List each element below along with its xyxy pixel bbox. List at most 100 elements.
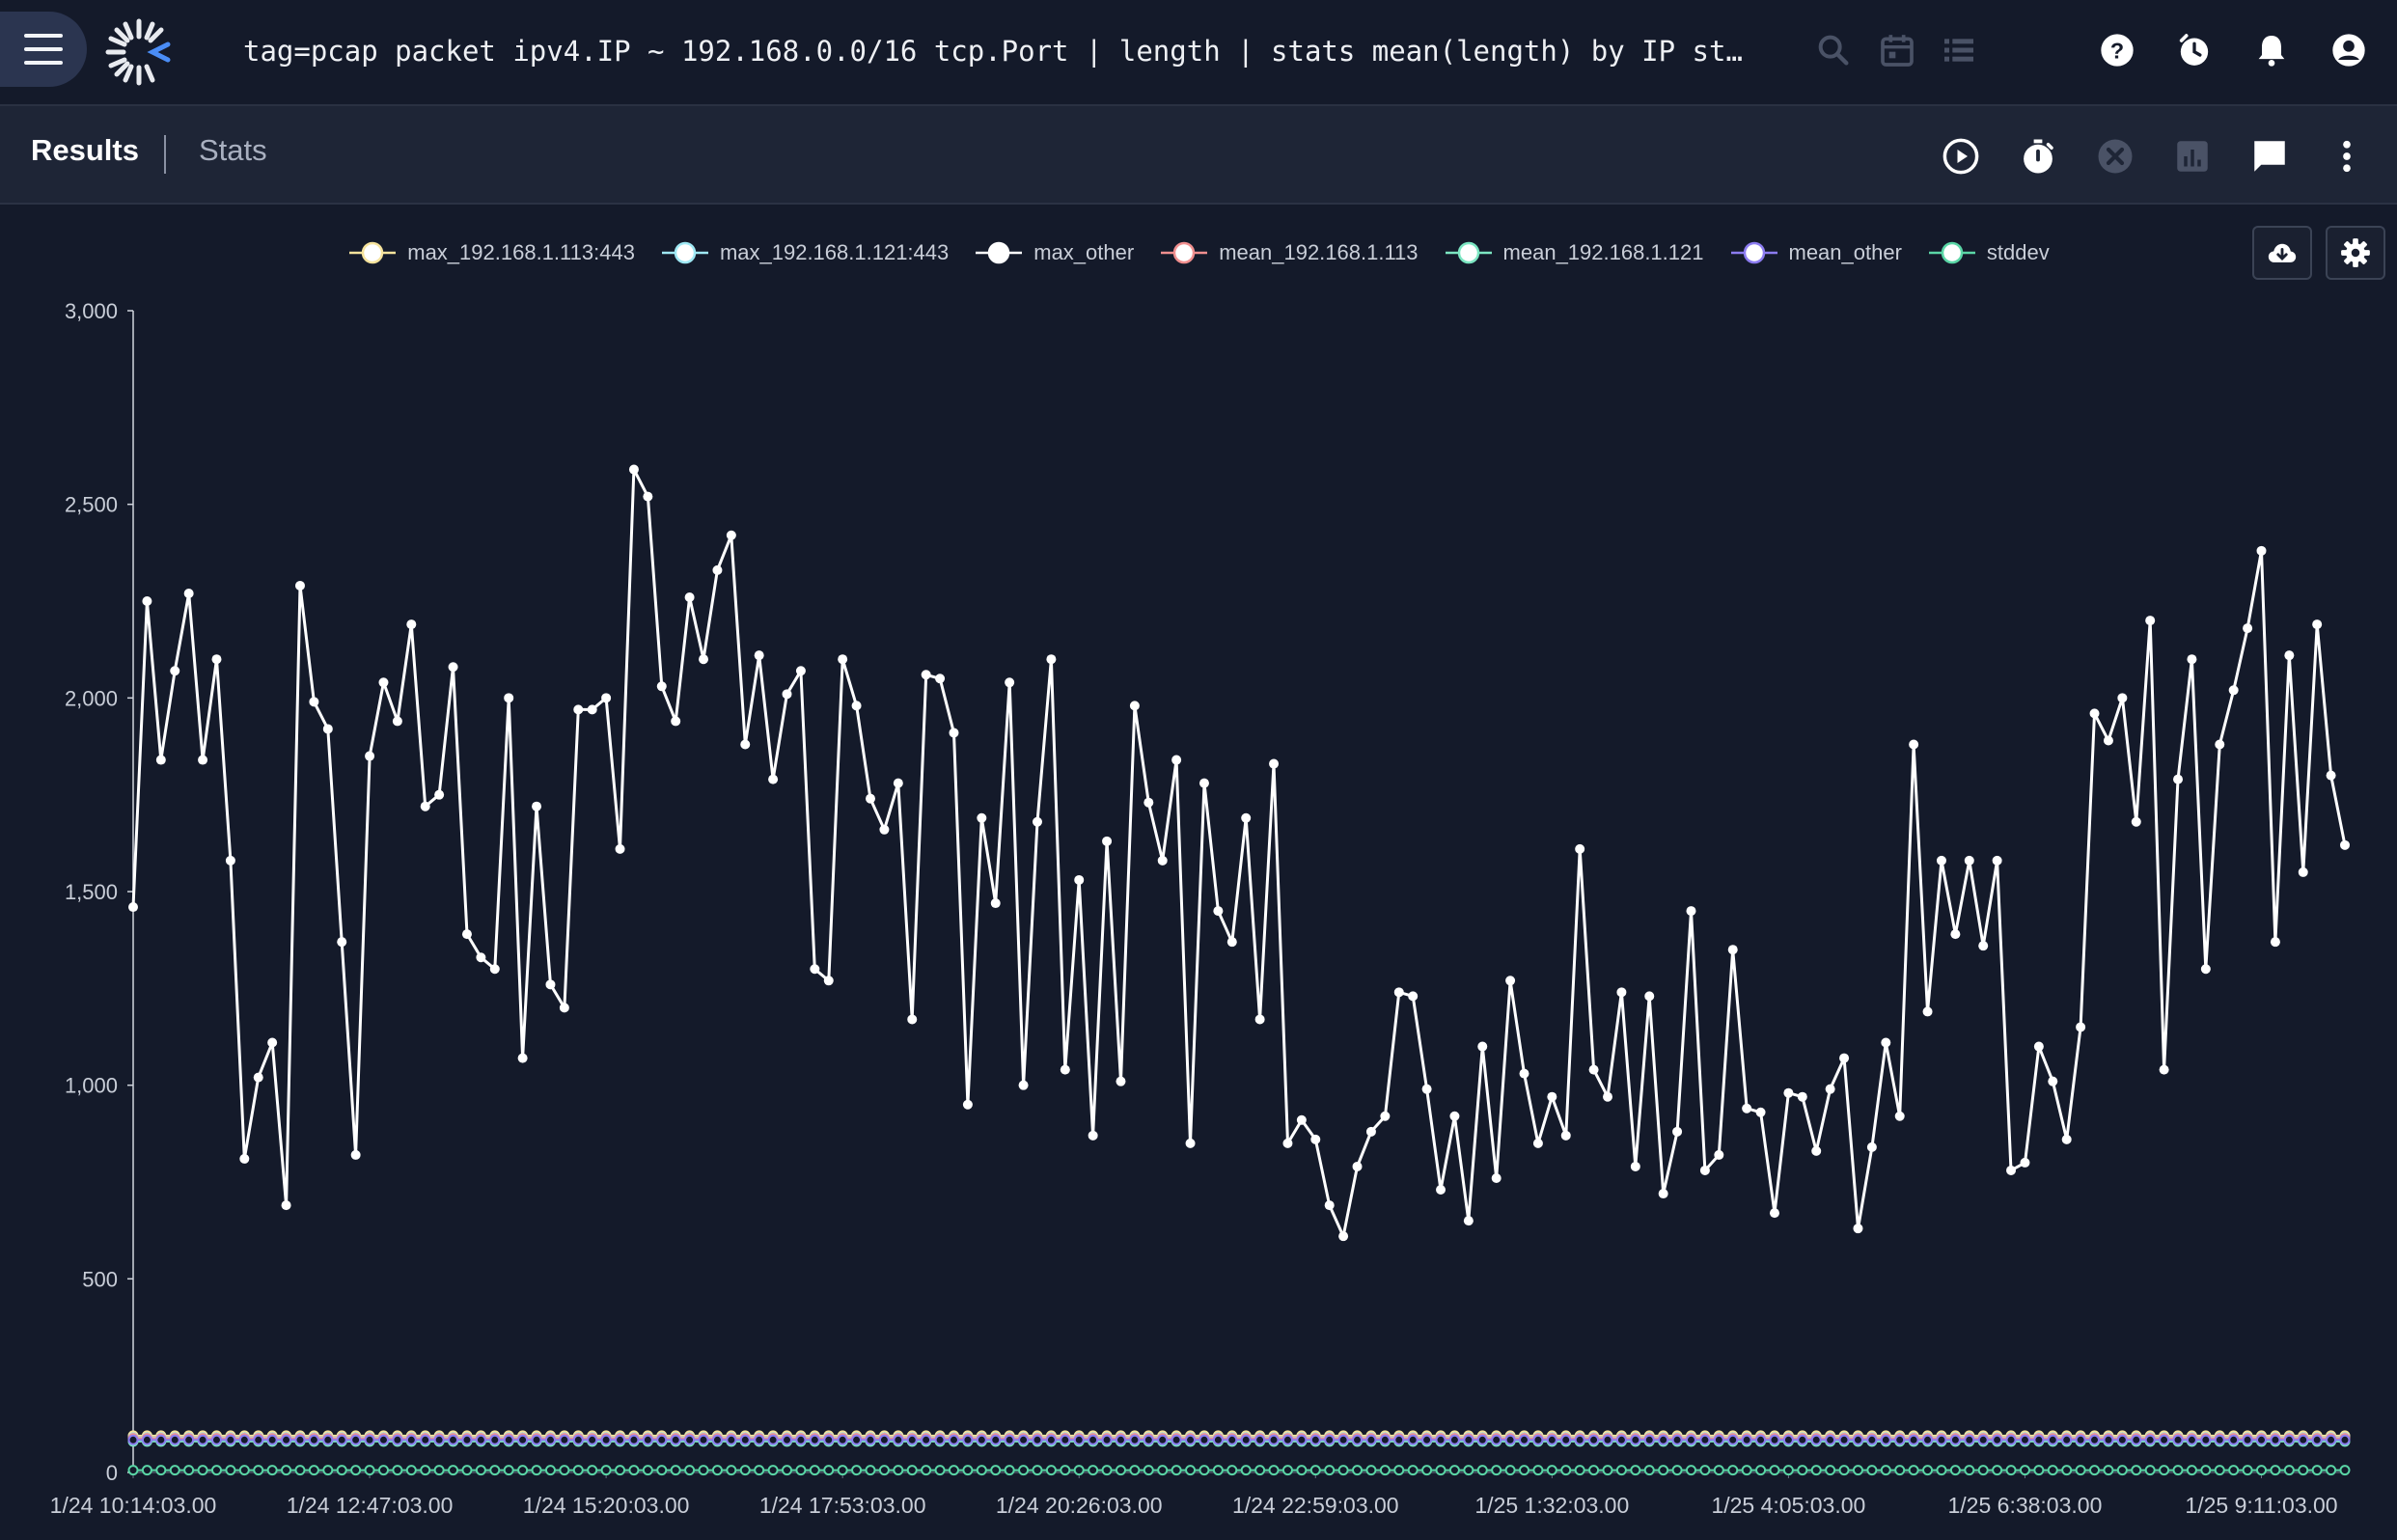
data-point <box>405 1465 417 1476</box>
search-icon[interactable] <box>1808 25 1859 75</box>
more-vert-icon[interactable] <box>2322 131 2372 181</box>
download-chart-button[interactable] <box>2252 226 2312 280</box>
legend-item[interactable]: mean_other <box>1729 234 1902 272</box>
data-point <box>1157 1434 1169 1445</box>
data-point <box>1281 1465 1293 1476</box>
data-point <box>1574 1434 1585 1445</box>
data-point <box>1337 1434 1349 1445</box>
data-point <box>1616 987 1627 998</box>
data-point <box>642 1434 653 1445</box>
legend-item[interactable]: max_192.168.1.113:443 <box>347 234 635 272</box>
data-point <box>294 1465 306 1476</box>
y-tick-label: 500 <box>82 1267 118 1291</box>
legend-item[interactable]: max_other <box>974 234 1134 272</box>
data-point <box>517 1434 529 1445</box>
data-point <box>656 1434 668 1445</box>
data-point <box>906 1434 918 1445</box>
data-point <box>1602 1465 1613 1476</box>
data-point <box>1977 1465 1989 1476</box>
legend-item[interactable]: stddev <box>1927 234 2050 272</box>
data-point <box>1018 1434 1030 1445</box>
data-point <box>1782 1465 1794 1476</box>
query-text[interactable]: tag=pcap packet ipv4.IP ~ 192.168.0.0/16… <box>243 29 1749 73</box>
account-icon[interactable] <box>2324 25 2374 75</box>
tab-results[interactable]: Results <box>31 133 139 168</box>
data-point <box>2103 1465 2114 1476</box>
data-point <box>294 1434 306 1445</box>
cancel-icon[interactable] <box>2090 131 2140 181</box>
bell-icon[interactable] <box>2246 25 2297 75</box>
data-point <box>1046 654 1057 665</box>
data-point <box>1088 1465 1099 1476</box>
cloud-download-icon <box>2268 243 2297 262</box>
data-point <box>2200 964 2211 975</box>
data-point <box>1727 945 1738 955</box>
chart-settings-button[interactable] <box>2326 226 2385 280</box>
data-point <box>1505 976 1516 986</box>
data-point <box>2131 1434 2142 1445</box>
data-point <box>2019 1434 2030 1445</box>
data-point <box>767 1434 779 1445</box>
data-point <box>1005 677 1015 688</box>
history-icon[interactable] <box>2169 25 2219 75</box>
data-point <box>1922 1465 1934 1476</box>
main-menu-button[interactable] <box>0 12 87 87</box>
legend-item[interactable]: max_192.168.1.121:443 <box>660 234 949 272</box>
data-point <box>1504 1465 1516 1476</box>
data-point <box>2131 1465 2142 1476</box>
data-point <box>1839 1053 1850 1063</box>
data-point <box>587 1434 598 1445</box>
data-point <box>1644 991 1655 1002</box>
comment-icon[interactable] <box>2245 131 2295 181</box>
data-point <box>503 1434 514 1445</box>
data-point <box>2186 1465 2197 1476</box>
data-point <box>1519 1465 1530 1476</box>
list-icon[interactable] <box>1934 25 1984 75</box>
data-point <box>2061 1434 2073 1445</box>
data-point <box>1338 1231 1349 1242</box>
legend-item[interactable]: mean_192.168.1.121 <box>1444 234 1704 272</box>
help-icon[interactable]: ? <box>2092 25 2142 75</box>
data-point <box>1713 1434 1724 1445</box>
legend-label: max_192.168.1.121:443 <box>719 240 950 264</box>
data-point <box>656 681 667 692</box>
data-point <box>531 1465 542 1476</box>
data-point <box>475 1465 486 1476</box>
data-point <box>2144 1434 2156 1445</box>
data-point <box>615 1465 626 1476</box>
data-point <box>1630 1465 1641 1476</box>
data-point <box>517 1465 529 1476</box>
data-point <box>1018 1465 1030 1476</box>
data-point <box>2242 1434 2253 1445</box>
data-point <box>1909 739 1919 750</box>
gravwell-logo[interactable] <box>104 17 174 87</box>
data-point <box>1575 843 1585 854</box>
data-point <box>628 1434 640 1445</box>
data-point <box>865 1465 876 1476</box>
data-point <box>433 1434 445 1445</box>
data-point <box>921 670 931 680</box>
data-point <box>1379 1434 1391 1445</box>
data-point <box>253 1465 264 1476</box>
play-icon[interactable] <box>1936 131 1986 181</box>
calendar-icon[interactable] <box>1872 25 1922 75</box>
data-point <box>1393 1434 1405 1445</box>
data-point <box>2033 1465 2045 1476</box>
data-point <box>2172 1465 2184 1476</box>
chart-icon[interactable] <box>2167 131 2218 181</box>
data-point <box>545 979 556 990</box>
data-point <box>921 1434 932 1445</box>
tab-stats[interactable]: Stats <box>199 133 267 168</box>
data-point <box>2256 1434 2268 1445</box>
data-point <box>1797 1434 1808 1445</box>
legend-item[interactable]: mean_192.168.1.113 <box>1159 234 1419 272</box>
data-point <box>851 701 862 711</box>
data-point <box>1143 797 1154 808</box>
data-point <box>572 1465 584 1476</box>
data-point <box>392 716 402 727</box>
timer-icon[interactable] <box>2013 131 2063 181</box>
data-point <box>1936 855 1946 866</box>
data-point <box>948 1434 959 1445</box>
data-point <box>475 1434 486 1445</box>
data-point <box>1296 1434 1308 1445</box>
